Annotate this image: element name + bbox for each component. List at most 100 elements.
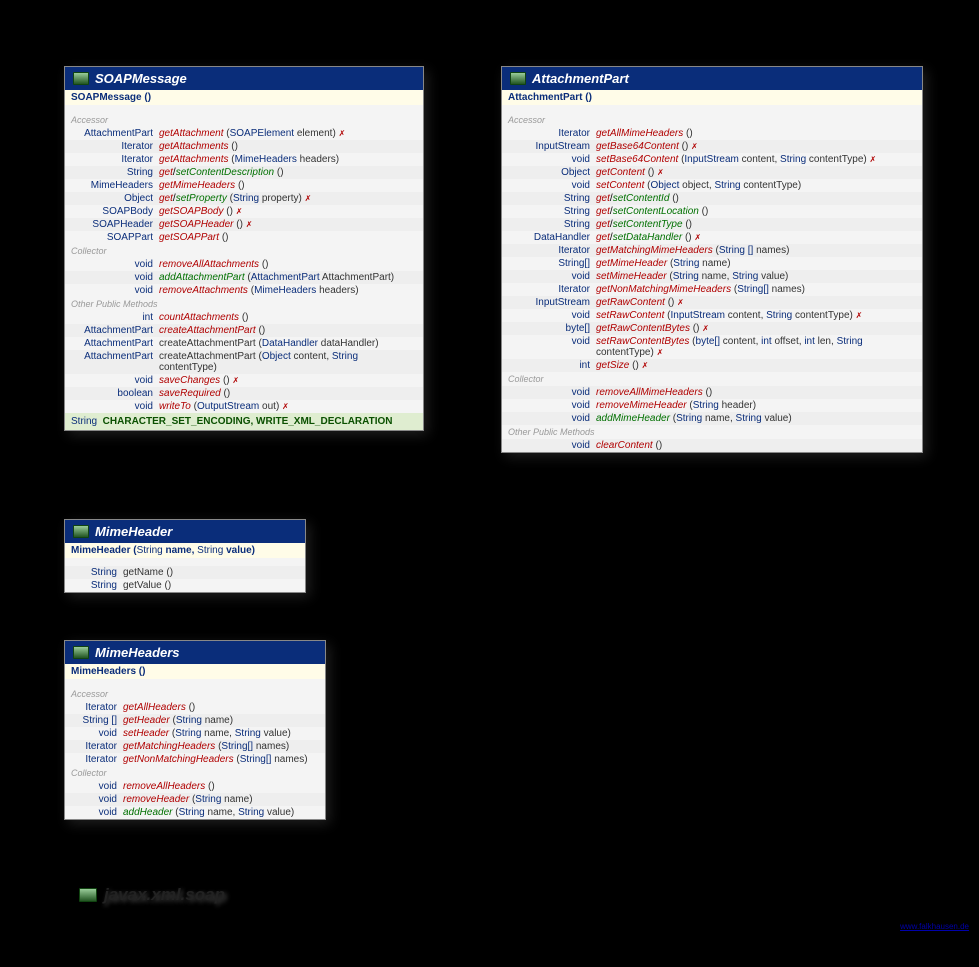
class-title: SOAPMessage xyxy=(65,67,423,90)
method-row: intgetSize () ✗ xyxy=(502,359,922,372)
section-header: Other Public Methods xyxy=(502,425,922,439)
constructor: SOAPMessage () xyxy=(65,90,423,105)
method-signature: createAttachmentPart (DataHandler dataHa… xyxy=(159,338,417,349)
section-header: Collector xyxy=(65,244,423,258)
method-signature: getAttachment (SOAPElement element) ✗ xyxy=(159,128,417,139)
return-type: Iterator xyxy=(508,245,596,256)
section-header: Accessor xyxy=(65,113,423,127)
return-type: String xyxy=(508,206,596,217)
return-type: InputStream xyxy=(508,297,596,308)
footer-link[interactable]: www.falkhausen.de xyxy=(900,922,969,931)
constructor: MimeHeaders () xyxy=(65,664,325,679)
package-label: javax.xml.soap xyxy=(79,885,225,905)
method-row: voidsetRawContent (InputStream content, … xyxy=(502,309,922,322)
method-row: voidaddHeader (String name, String value… xyxy=(65,806,325,819)
return-type: void xyxy=(71,794,123,805)
class-name: MimeHeader xyxy=(95,524,172,539)
constructor: AttachmentPart () xyxy=(502,90,922,105)
method-signature: getRawContentBytes () ✗ xyxy=(596,323,916,334)
method-row: IteratorgetNonMatchingMimeHeaders (Strin… xyxy=(502,283,922,296)
method-signature: addMimeHeader (String name, String value… xyxy=(596,413,916,424)
return-type: String[] xyxy=(508,258,596,269)
return-type: void xyxy=(508,387,596,398)
method-signature: getSOAPBody () ✗ xyxy=(159,206,417,217)
return-type: AttachmentPart xyxy=(71,338,159,349)
method-row: AttachmentPartcreateAttachmentPart (Data… xyxy=(65,337,423,350)
class-icon xyxy=(73,646,89,659)
class-box-soap: SOAPMessageSOAPMessage ()AccessorAttachm… xyxy=(64,66,424,431)
section-header: Other Public Methods xyxy=(65,297,423,311)
return-type: void xyxy=(508,440,596,451)
return-type: void xyxy=(71,807,123,818)
method-row: Stringget/setContentDescription () xyxy=(65,166,423,179)
method-row: Objectget/setProperty (String property) … xyxy=(65,192,423,205)
method-row: IteratorgetAllHeaders () xyxy=(65,701,325,714)
method-row: Stringget/setContentLocation () xyxy=(502,205,922,218)
method-row: String []getHeader (String name) xyxy=(65,714,325,727)
section-header: Accessor xyxy=(502,113,922,127)
class-icon xyxy=(73,72,89,85)
return-type: boolean xyxy=(71,388,159,399)
method-row: voidremoveAttachments (MimeHeaders heade… xyxy=(65,284,423,297)
method-signature: setBase64Content (InputStream content, S… xyxy=(596,154,916,165)
method-signature: setContent (Object object, String conten… xyxy=(596,180,916,191)
method-row: voidremoveAllAttachments () xyxy=(65,258,423,271)
method-row: StringgetName () xyxy=(65,566,305,579)
return-type: void xyxy=(71,285,159,296)
method-signature: get/setProperty (String property) ✗ xyxy=(159,193,417,204)
section-header: Collector xyxy=(65,766,325,780)
method-row: IteratorgetMatchingHeaders (String[] nam… xyxy=(65,740,325,753)
method-row: SOAPBodygetSOAPBody () ✗ xyxy=(65,205,423,218)
method-row: voidaddMimeHeader (String name, String v… xyxy=(502,412,922,425)
return-type: Iterator xyxy=(71,141,159,152)
method-signature: removeMimeHeader (String header) xyxy=(596,400,916,411)
return-type: Iterator xyxy=(71,702,123,713)
return-type: SOAPPart xyxy=(71,232,159,243)
return-type: void xyxy=(71,781,123,792)
method-signature: saveChanges () ✗ xyxy=(159,375,417,386)
method-signature: setRawContent (InputStream content, Stri… xyxy=(596,310,916,321)
method-row: voidsetMimeHeader (String name, String v… xyxy=(502,270,922,283)
method-signature: getAllMimeHeaders () xyxy=(596,128,916,139)
method-row: InputStreamgetRawContent () ✗ xyxy=(502,296,922,309)
constants: String CHARACTER_SET_ENCODING, WRITE_XML… xyxy=(65,413,423,430)
method-signature: getHeader (String name) xyxy=(123,715,319,726)
method-signature: saveRequired () xyxy=(159,388,417,399)
method-signature: getMatchingHeaders (String[] names) xyxy=(123,741,319,752)
return-type: String xyxy=(71,567,123,578)
method-row: voidremoveMimeHeader (String header) xyxy=(502,399,922,412)
return-type: Iterator xyxy=(71,754,123,765)
class-title: AttachmentPart xyxy=(502,67,922,90)
return-type: void xyxy=(71,728,123,739)
return-type: SOAPBody xyxy=(71,206,159,217)
method-row: voidwriteTo (OutputStream out) ✗ xyxy=(65,400,423,413)
class-icon xyxy=(73,525,89,538)
method-row: StringgetValue () xyxy=(65,579,305,592)
return-type: void xyxy=(71,259,159,270)
method-signature: getNonMatchingMimeHeaders (String[] name… xyxy=(596,284,916,295)
method-row: voidremoveAllHeaders () xyxy=(65,780,325,793)
return-type: void xyxy=(508,154,596,165)
return-type: void xyxy=(508,336,596,358)
return-type: int xyxy=(508,360,596,371)
method-row: IteratorgetAttachments () xyxy=(65,140,423,153)
method-signature: clearContent () xyxy=(596,440,916,451)
method-signature: getBase64Content () ✗ xyxy=(596,141,916,152)
class-box-mhs: MimeHeadersMimeHeaders ()AccessorIterato… xyxy=(64,640,326,820)
method-row: AttachmentPartcreateAttachmentPart (Obje… xyxy=(65,350,423,374)
method-row: String[]getMimeHeader (String name) xyxy=(502,257,922,270)
method-row: voidsetRawContentBytes (byte[] content, … xyxy=(502,335,922,359)
return-type: void xyxy=(508,310,596,321)
method-row: voidclearContent () xyxy=(502,439,922,452)
method-signature: getSize () ✗ xyxy=(596,360,916,371)
method-signature: getMimeHeader (String name) xyxy=(596,258,916,269)
method-signature: removeAllAttachments () xyxy=(159,259,417,270)
method-row: AttachmentPartgetAttachment (SOAPElement… xyxy=(65,127,423,140)
class-name: MimeHeaders xyxy=(95,645,180,660)
method-signature: removeAllMimeHeaders () xyxy=(596,387,916,398)
method-row: SOAPHeadergetSOAPHeader () ✗ xyxy=(65,218,423,231)
method-signature: removeHeader (String name) xyxy=(123,794,319,805)
method-row: voidsetContent (Object object, String co… xyxy=(502,179,922,192)
return-type: Object xyxy=(508,167,596,178)
return-type: Object xyxy=(71,193,159,204)
